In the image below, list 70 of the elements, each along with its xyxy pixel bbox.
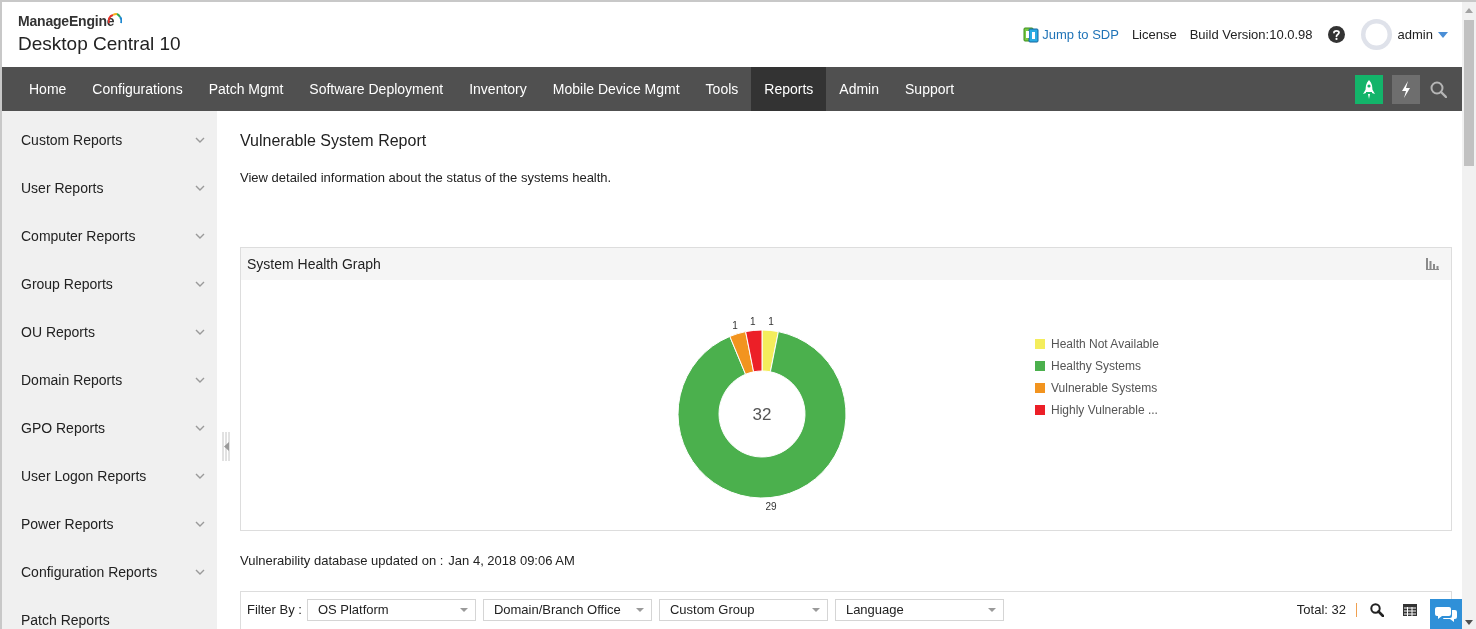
update-label: Vulnerability database updated on : xyxy=(240,553,444,569)
avatar-icon xyxy=(1360,19,1392,50)
panel-title: System Health Graph xyxy=(247,254,381,274)
sidebar-item[interactable]: Patch Reports xyxy=(2,596,217,629)
caret-down-icon xyxy=(635,608,644,612)
sidebar-item[interactable]: Computer Reports xyxy=(2,212,217,260)
nav-tab[interactable]: Software Deployment xyxy=(296,67,457,111)
sidebar-item[interactable]: Custom Reports xyxy=(2,116,217,164)
brand-name: ManageEngine xyxy=(18,12,115,30)
scroll-down-arrow-icon[interactable] xyxy=(1465,620,1473,625)
scrollbar-track[interactable] xyxy=(1462,2,1476,629)
sidebar-item[interactable]: Configuration Reports xyxy=(2,548,217,596)
sidebar-item[interactable]: GPO Reports xyxy=(2,404,217,452)
caret-down-icon xyxy=(1438,31,1448,38)
data-label: 1 xyxy=(768,315,774,327)
nav-tab[interactable]: Support xyxy=(892,67,968,111)
data-label: 1 xyxy=(732,319,738,331)
chat-bubbles-icon xyxy=(1435,605,1457,623)
nav-tab[interactable]: Configurations xyxy=(79,67,196,111)
user-menu[interactable]: admin xyxy=(1397,24,1448,45)
sidebar-item[interactable]: User Logon Reports xyxy=(2,452,217,500)
legend-label[interactable]: Vulnerable Systems xyxy=(1051,381,1158,395)
filter-dropdown[interactable]: Domain/Branch Office xyxy=(482,599,652,621)
update-date: Jan 4, 2018 09:06 AM xyxy=(448,553,575,569)
sidebar-item[interactable]: Domain Reports xyxy=(2,356,217,404)
sidebar-item[interactable]: OU Reports xyxy=(2,308,217,356)
page-description: View detailed information about the status of the systems health. xyxy=(240,170,613,186)
nav-tab[interactable]: Reports xyxy=(751,67,827,111)
filter-dropdown[interactable]: OS Platform xyxy=(306,599,476,621)
caret-down-icon xyxy=(987,608,996,612)
chart-slice[interactable] xyxy=(729,331,755,375)
license-link[interactable]: License xyxy=(1131,24,1177,45)
nav-tab[interactable]: Mobile Device Mgmt xyxy=(539,67,693,111)
caret-down-icon xyxy=(811,608,820,612)
page-title: Vulnerable System Report xyxy=(240,131,428,151)
squares-icon xyxy=(1023,26,1040,43)
total-count: Total: 32 xyxy=(1296,601,1346,620)
scroll-up-arrow-icon[interactable] xyxy=(1465,8,1473,13)
legend-label[interactable]: Healthy Systems xyxy=(1051,359,1142,373)
filter-dropdown[interactable]: Custom Group xyxy=(658,599,828,621)
data-label: 1 xyxy=(750,315,756,327)
data-label: 29 xyxy=(765,501,777,513)
sidebar-collapse-icon[interactable] xyxy=(222,432,230,461)
sidebar-item[interactable]: Group Reports xyxy=(2,260,217,308)
nav-tab[interactable]: Patch Mgmt xyxy=(195,67,297,111)
scroll-thumb[interactable] xyxy=(1464,20,1474,166)
nav-tab[interactable]: Inventory xyxy=(456,67,540,111)
build-version: Build Version:10.0.98 xyxy=(1189,25,1313,44)
donut-center-total: 32 xyxy=(752,404,772,424)
bar-chart-icon[interactable] xyxy=(1426,258,1439,270)
chart-slice[interactable] xyxy=(745,329,763,373)
search-icon[interactable] xyxy=(1370,603,1384,617)
jump-to-sdp-link[interactable]: Jump to SDP xyxy=(1023,24,1119,45)
sidebar-item[interactable]: Power Reports xyxy=(2,500,217,548)
filter-dropdown[interactable]: Language xyxy=(834,599,1004,621)
chart-slice[interactable] xyxy=(677,331,847,499)
product-name: Desktop Central 10 xyxy=(18,32,181,56)
lightning-icon[interactable] xyxy=(1392,74,1420,104)
filter-label: Filter By : xyxy=(247,601,302,620)
legend-label[interactable]: Highly Vulnerable ... xyxy=(1051,403,1158,417)
table-icon[interactable] xyxy=(1403,604,1417,616)
nav-tab[interactable]: Tools xyxy=(692,67,752,111)
nav-tab[interactable]: Admin xyxy=(826,67,892,111)
rocket-icon[interactable] xyxy=(1355,74,1383,104)
legend-label[interactable]: Health Not Available xyxy=(1051,337,1159,351)
chat-button[interactable] xyxy=(1430,599,1462,629)
nav-tab[interactable]: Home xyxy=(16,67,80,111)
sidebar-item[interactable]: User Reports xyxy=(2,164,217,212)
caret-down-icon xyxy=(459,608,468,612)
help-icon[interactable] xyxy=(1327,26,1345,43)
